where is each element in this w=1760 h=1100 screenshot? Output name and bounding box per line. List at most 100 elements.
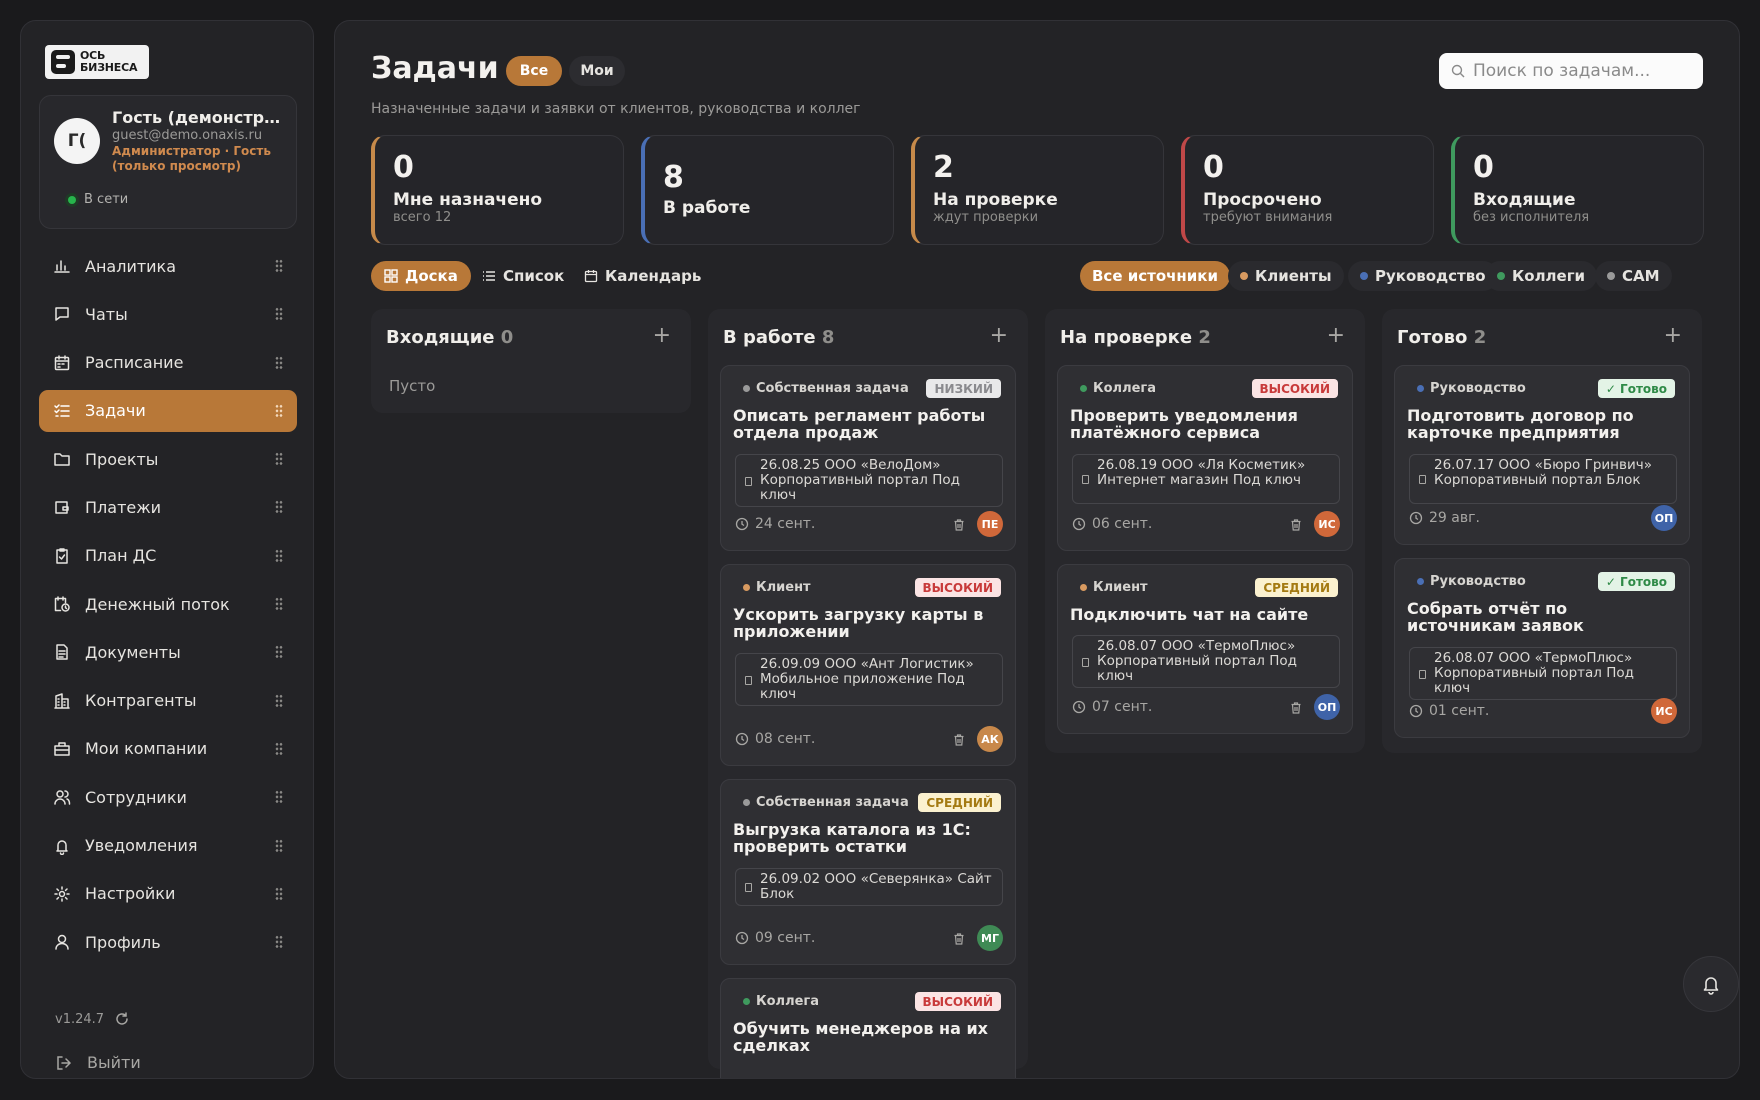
drag-handle-icon[interactable]: [275, 886, 283, 901]
task-card[interactable]: Собственная задача СРЕДНИЙ Выгрузка катало…: [720, 779, 1016, 965]
assignee-avatar[interactable]: ПЕ: [977, 511, 1003, 537]
delete-icon[interactable]: [1288, 517, 1304, 533]
card-project[interactable]: 26.08.19 ООО «Ля Косметик» Интернет мага…: [1072, 454, 1340, 504]
card-project[interactable]: 26.09.02 ООО «Северянка» Сайт Блок: [735, 868, 1003, 906]
add-task-icon[interactable]: +: [653, 323, 671, 348]
sidebar-item-14[interactable]: Профиль: [39, 921, 297, 963]
column-title: В работе 8: [723, 327, 834, 348]
stat-label: Входящие: [1473, 190, 1576, 210]
stat-card[interactable]: 8 В работе: [641, 135, 894, 245]
file-icon: [1082, 475, 1089, 484]
stat-card[interactable]: 0 Мне назначено всего 12: [371, 135, 624, 245]
task-card[interactable]: Коллега ВЫСОКИЙ Обучить менеджеров на их с…: [720, 978, 1016, 1078]
drag-handle-icon[interactable]: [275, 500, 283, 515]
task-card[interactable]: Собственная задача НИЗКИЙ Описать регламен…: [720, 365, 1016, 551]
search-input[interactable]: Поиск по задачам...: [1439, 53, 1703, 89]
sidebar-item-12[interactable]: Уведомления: [39, 825, 297, 867]
card-project[interactable]: 26.08.07 ООО «ТермоПлюс» Корпоративный п…: [1409, 647, 1677, 700]
task-card[interactable]: Коллега ВЫСОКИЙ Проверить уведомления плат…: [1057, 365, 1353, 551]
source-dot-icon: [1607, 272, 1615, 280]
calendar-icon: [584, 270, 598, 283]
assignee-avatar[interactable]: ОП: [1314, 694, 1340, 720]
task-card[interactable]: Клиент ВЫСОКИЙ Ускорить загрузку карты в п…: [720, 564, 1016, 766]
sidebar-item-4[interactable]: Проекты: [39, 438, 297, 480]
column-title: Готово 2: [1397, 327, 1486, 348]
view-board-tab[interactable]: Доска: [371, 261, 471, 291]
column-title: На проверке 2: [1060, 327, 1211, 348]
sidebar-item-7[interactable]: Денежный поток: [39, 583, 297, 625]
refresh-icon[interactable]: [114, 1011, 130, 1027]
drag-handle-icon[interactable]: [275, 597, 283, 612]
stat-sub: требуют внимания: [1203, 210, 1333, 225]
sidebar-item-label: Расписание: [85, 353, 184, 373]
assignee-avatar[interactable]: АК: [977, 726, 1003, 752]
file-icon: [745, 476, 752, 486]
task-card[interactable]: Руководство ✓ Готово Собрать отчёт по исто…: [1394, 558, 1690, 738]
stat-card[interactable]: 0 Просрочено требуют внимания: [1181, 135, 1434, 245]
drag-handle-icon[interactable]: [275, 645, 283, 660]
drag-handle-icon[interactable]: [275, 355, 283, 370]
user-card[interactable]: Г( Гость (демонстрация) guest@demo.onaxi…: [39, 95, 297, 229]
view-board-label: Доска: [405, 267, 458, 285]
source-filter-4[interactable]: САМ: [1595, 261, 1672, 291]
sidebar-item-9[interactable]: Контрагенты: [39, 680, 297, 722]
sidebar-item-5[interactable]: Платежи: [39, 486, 297, 528]
drag-handle-icon[interactable]: [275, 307, 283, 322]
column-count: 2: [1198, 327, 1211, 348]
drag-handle-icon[interactable]: [275, 838, 283, 853]
sidebar-item-2[interactable]: Расписание: [39, 342, 297, 384]
view-calendar-label: Календарь: [605, 267, 702, 285]
stat-card[interactable]: 2 На проверке ждут проверки: [911, 135, 1164, 245]
view-calendar-tab[interactable]: Календарь: [571, 261, 714, 291]
source-filter-2[interactable]: Руководство: [1348, 261, 1498, 291]
task-card[interactable]: Клиент СРЕДНИЙ Подключить чат на сайте 26.0…: [1057, 564, 1353, 734]
drag-handle-icon[interactable]: [275, 935, 283, 950]
logout-button[interactable]: Выйти: [55, 1053, 141, 1072]
delete-icon[interactable]: [951, 931, 967, 947]
drag-handle-icon[interactable]: [275, 741, 283, 756]
notifications-fab[interactable]: [1683, 956, 1739, 1012]
briefcase-icon: [53, 740, 71, 758]
card-project[interactable]: 26.07.17 ООО «Бюро Гринвич» Корпоративны…: [1409, 454, 1677, 504]
delete-icon[interactable]: [951, 517, 967, 533]
drag-handle-icon[interactable]: [275, 693, 283, 708]
sidebar-item-8[interactable]: Документы: [39, 631, 297, 673]
app-logo[interactable]: ОСЬ БИЗНЕСА: [45, 45, 149, 79]
add-task-icon[interactable]: +: [1664, 323, 1682, 348]
drag-handle-icon[interactable]: [275, 790, 283, 805]
assignee-avatar[interactable]: ОП: [1651, 505, 1677, 531]
sidebar-item-11[interactable]: Сотрудники: [39, 776, 297, 818]
stat-card[interactable]: 0 Входящие без исполнителя: [1451, 135, 1704, 245]
source-label: Все источники: [1092, 267, 1218, 285]
filter-all-button[interactable]: Все: [506, 56, 562, 86]
card-project[interactable]: 26.08.07 ООО «ТермоПлюс» Корпоративный п…: [1072, 635, 1340, 688]
sidebar-item-0[interactable]: Аналитика: [39, 245, 297, 287]
drag-handle-icon[interactable]: [275, 259, 283, 273]
drag-handle-icon[interactable]: [275, 548, 283, 563]
assignee-avatar[interactable]: ИС: [1314, 511, 1340, 537]
logo-mark-icon: [51, 50, 75, 74]
source-filter-0[interactable]: Все источники: [1080, 261, 1230, 291]
source-filter-1[interactable]: Клиенты: [1228, 261, 1344, 291]
sidebar-item-1[interactable]: Чаты: [39, 293, 297, 335]
delete-icon[interactable]: [951, 732, 967, 748]
task-card[interactable]: Руководство ✓ Готово Подготовить договор п…: [1394, 365, 1690, 545]
card-project[interactable]: 26.08.25 ООО «ВелоДом» Корпоративный пор…: [735, 454, 1003, 507]
add-task-icon[interactable]: +: [990, 323, 1008, 348]
drag-handle-icon[interactable]: [275, 452, 283, 467]
add-task-icon[interactable]: +: [1327, 323, 1345, 348]
card-project[interactable]: 26.09.09 ООО «Ант Логистик» Мобильное пр…: [735, 653, 1003, 706]
sidebar-item-6[interactable]: План ДС: [39, 535, 297, 577]
sidebar-item-3[interactable]: Задачи: [39, 389, 297, 432]
source-filter-3[interactable]: Коллеги: [1485, 261, 1598, 291]
assignee-avatar[interactable]: МГ: [977, 925, 1003, 951]
sidebar-item-13[interactable]: Настройки: [39, 873, 297, 915]
delete-icon[interactable]: [1288, 700, 1304, 716]
drag-handle-icon[interactable]: [275, 403, 283, 418]
filter-mine-button[interactable]: Мои: [569, 56, 625, 86]
assignee-avatar[interactable]: ИС: [1651, 698, 1677, 724]
sidebar-item-10[interactable]: Мои компании: [39, 728, 297, 770]
view-list-tab[interactable]: Список: [469, 261, 577, 291]
user-status-label: В сети: [84, 192, 129, 207]
sidebar-item-label: Аналитика: [85, 256, 177, 276]
